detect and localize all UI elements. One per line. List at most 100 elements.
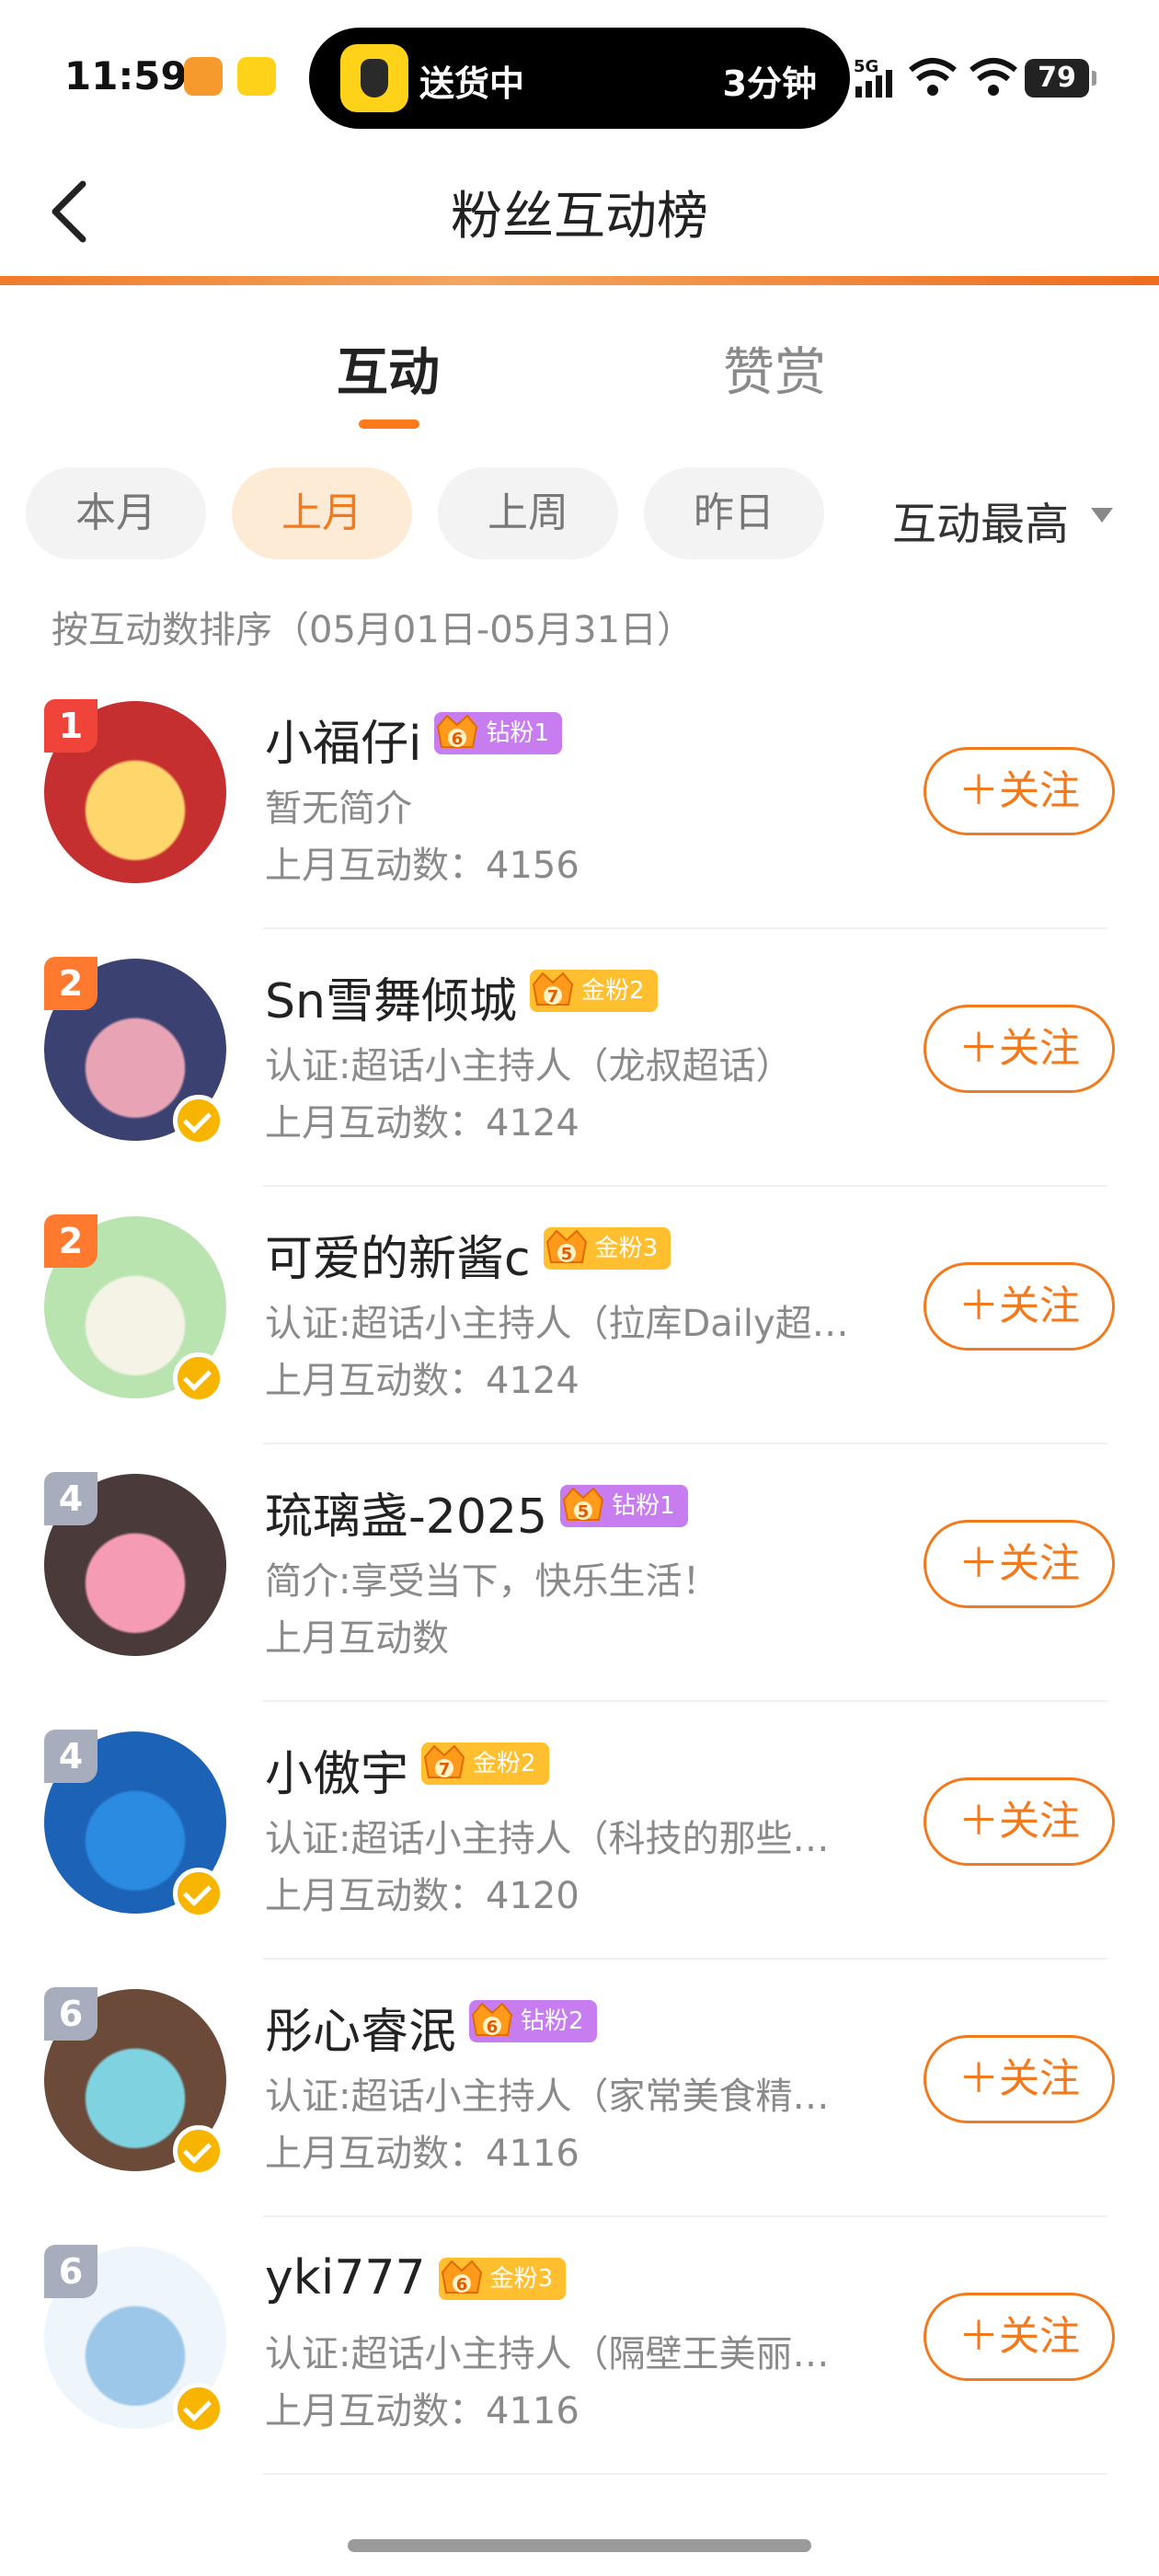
nav-bar: 粉丝互动榜	[0, 147, 1159, 276]
fan-badge-label: 钻粉2	[521, 2007, 584, 2035]
activity-eta: 3分钟	[722, 63, 817, 104]
loading-fade	[460, 1616, 589, 1652]
follow-button[interactable]: ＋关注	[924, 1262, 1115, 1351]
verified-badge-icon	[173, 2125, 224, 2177]
follow-button[interactable]: ＋关注	[924, 2293, 1115, 2381]
crown-icon: 5	[545, 1229, 587, 1264]
filter-last-week[interactable]: 上周	[438, 467, 618, 559]
list-item[interactable]: 1 小福仔i 6 钻粉1 暂无简介 上月互动数：4156 ＋关注	[0, 672, 1159, 929]
fan-level-badge: 6 钻粉2	[469, 2000, 597, 2042]
user-bio: 认证:超话小主持人（隔壁王美丽…	[265, 2333, 830, 2375]
tab-reward[interactable]: 赞赏	[723, 331, 826, 406]
user-bio: 认证:超话小主持人（家常美食精…	[265, 2076, 830, 2118]
filter-yesterday[interactable]: 昨日	[644, 467, 824, 559]
user-name[interactable]: yki777	[265, 2250, 426, 2306]
list-item[interactable]: 4 小傲宇 7 金粉2 认证:超话小主持人（科技的那些… 上月互动数：4120 …	[0, 1702, 1159, 1960]
crown-icon: 5	[563, 1487, 604, 1522]
interaction-count: 上月互动数：4116	[265, 2133, 580, 2175]
app-notification-icon	[184, 57, 223, 96]
list-item[interactable]: 4 琉璃盏-2025 5 钻粉1 简介:享受当下，快乐生活！ 上月互动数 ＋关注	[0, 1444, 1159, 1702]
sort-hint: 按互动数排序（05月01日-05月31日）	[52, 609, 694, 651]
list-item[interactable]: 2 可爱的新酱c 5 金粉3 认证:超话小主持人（拉库Daily超… 上月互动数…	[0, 1187, 1159, 1444]
header-accent-line	[0, 276, 1159, 285]
tab-interaction[interactable]: 互动	[337, 331, 440, 406]
user-name[interactable]: 可爱的新酱c	[265, 1220, 531, 1289]
fan-level: 6	[452, 730, 464, 749]
filter-this-month[interactable]: 本月	[26, 467, 206, 559]
fan-level-badge: 6 钻粉1	[434, 712, 562, 754]
rank-badge: 2	[44, 1214, 98, 1268]
filter-last-month[interactable]: 上月	[232, 467, 412, 559]
list-item[interactable]: 2 Sn雪舞倾城 7 金粉2 认证:超话小主持人（龙叔超话） 上月互动数：412…	[0, 929, 1159, 1187]
user-bio: 认证:超话小主持人（拉库Daily超…	[265, 1303, 849, 1345]
user-bio: 认证:超话小主持人（龙叔超话）	[265, 1045, 793, 1087]
follow-button[interactable]: ＋关注	[924, 2035, 1115, 2123]
time-filter-bar: 本月 上月 上周 昨日 互动最高	[0, 467, 1159, 559]
interaction-count: 上月互动数：4124	[265, 1360, 580, 1402]
fan-level: 5	[578, 1502, 590, 1522]
caret-down-icon[interactable]	[1091, 508, 1113, 523]
tab-active-indicator	[359, 420, 419, 429]
cellular-signal-icon: 5G	[854, 55, 901, 103]
delivery-logo-icon	[340, 44, 408, 112]
wifi-icon-secondary	[968, 55, 1019, 103]
rank-badge: 4	[44, 1730, 98, 1783]
user-bio: 暂无简介	[265, 788, 412, 830]
wifi-icon	[907, 55, 958, 103]
live-activity-island[interactable]: 送货中 3分钟	[309, 28, 850, 129]
user-name[interactable]: 琉璃盏-2025	[265, 1478, 547, 1547]
user-name[interactable]: Sn雪舞倾城	[265, 962, 517, 1031]
fan-level: 6	[455, 2275, 467, 2294]
user-name[interactable]: 小傲宇	[265, 1735, 408, 1804]
fan-level-badge: 5 金粉3	[543, 1227, 671, 1270]
follow-button[interactable]: ＋关注	[924, 747, 1115, 835]
fan-badge-label: 金粉3	[489, 2265, 554, 2293]
follow-button[interactable]: ＋关注	[924, 1520, 1115, 1608]
fan-level: 7	[439, 1760, 451, 1779]
home-indicator[interactable]	[348, 2539, 811, 2552]
fan-level-badge: 6 金粉3	[438, 2258, 567, 2300]
crown-icon: 7	[532, 972, 574, 1006]
follow-button[interactable]: ＋关注	[924, 1777, 1115, 1866]
activity-status: 送货中	[419, 63, 525, 104]
crown-icon: 6	[471, 2002, 513, 2037]
fan-level-badge: 7 金粉2	[529, 970, 658, 1012]
fan-level: 5	[560, 1245, 572, 1264]
fan-level: 7	[547, 987, 559, 1006]
fan-badge-label: 钻粉1	[486, 719, 549, 747]
page-title: 粉丝互动榜	[451, 187, 708, 247]
rank-badge: 6	[44, 1987, 98, 2041]
rank-badge: 2	[44, 957, 98, 1010]
interaction-count: 上月互动数：4116	[265, 2390, 580, 2432]
user-name[interactable]: 彤心睿泯	[265, 1993, 456, 2062]
delivery-app-icon	[237, 57, 276, 96]
battery-indicator: 79	[1025, 59, 1096, 98]
list-item[interactable]: 6 yki777 6 金粉3 认证:超话小主持人（隔壁王美丽… 上月互动数：41…	[0, 2217, 1159, 2475]
rank-badge: 6	[44, 2245, 98, 2298]
fan-badge-label: 金粉3	[594, 1235, 659, 1262]
fan-badge-label: 钻粉1	[612, 1492, 675, 1520]
verified-badge-icon	[173, 1352, 224, 1404]
status-bar: 11:59 送货中 3分钟 5G 79	[0, 0, 1159, 138]
fan-badge-label: 金粉2	[473, 1750, 536, 1777]
verified-badge-icon	[173, 2383, 224, 2434]
sort-dropdown[interactable]: 互动最高	[892, 488, 1069, 552]
fan-level-badge: 7 金粉2	[421, 1742, 549, 1785]
rank-badge: 1	[44, 699, 98, 753]
interaction-count: 上月互动数：4124	[265, 1102, 580, 1144]
status-time: 11:59	[64, 53, 188, 98]
follow-button[interactable]: ＋关注	[924, 1005, 1115, 1093]
interaction-count: 上月互动数：4120	[265, 1875, 580, 1917]
user-name[interactable]: 小福仔i	[265, 705, 421, 774]
divider	[263, 2473, 1107, 2475]
network-label: 5G	[854, 57, 878, 76]
crown-icon: 6	[441, 2260, 482, 2294]
verified-badge-icon	[173, 1095, 224, 1146]
user-bio: 认证:超话小主持人（科技的那些…	[265, 1818, 830, 1860]
verified-badge-icon	[173, 1868, 224, 1919]
interaction-count: 上月互动数：4156	[265, 845, 580, 887]
interaction-count: 上月互动数	[265, 1617, 449, 1660]
list-item[interactable]: 6 彤心睿泯 6 钻粉2 认证:超话小主持人（家常美食精… 上月互动数：4116…	[0, 1960, 1159, 2217]
rank-badge: 4	[44, 1472, 98, 1525]
fan-badge-label: 金粉2	[580, 977, 645, 1005]
